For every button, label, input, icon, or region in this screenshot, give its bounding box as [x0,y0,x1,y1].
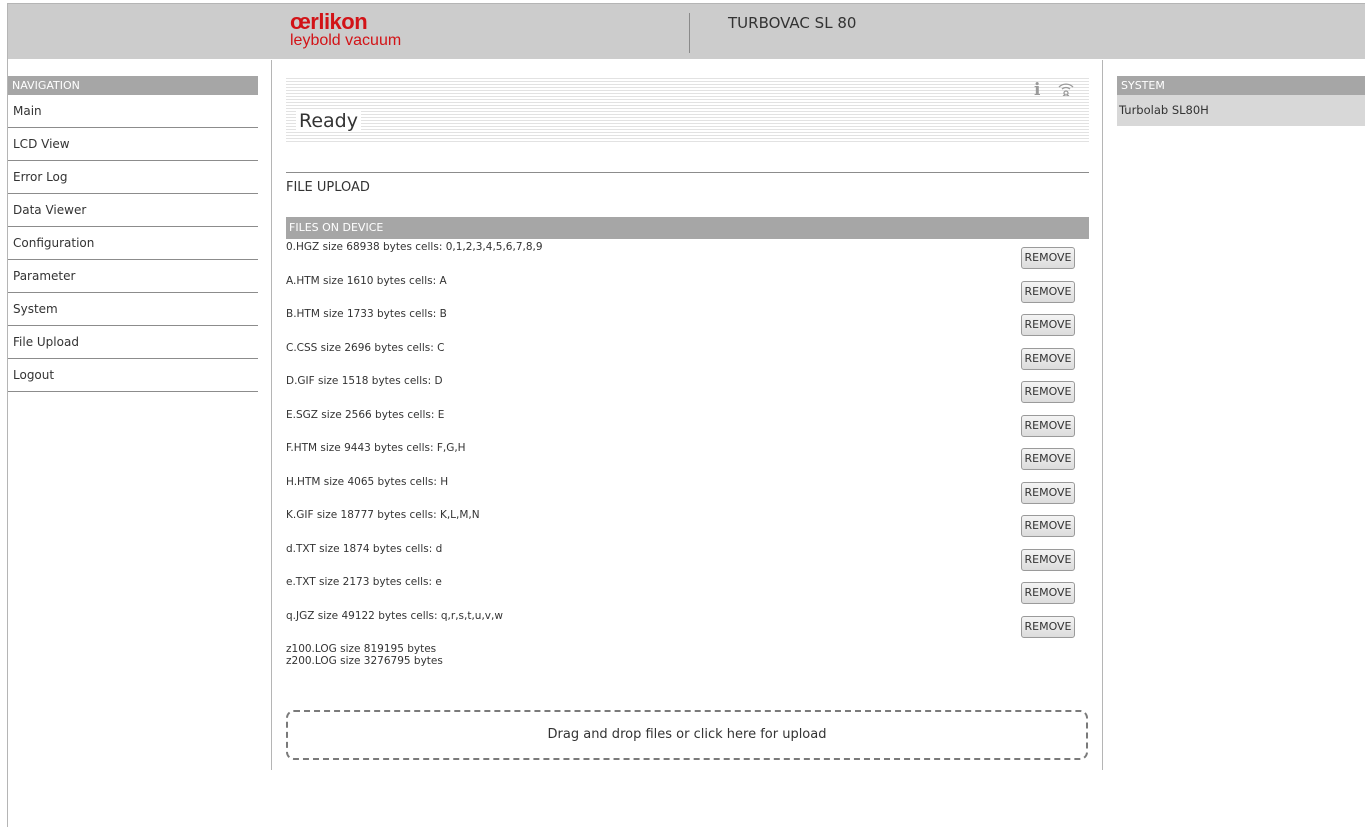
system-item: Turbolab SL80H [1117,95,1365,126]
file-entry-text: C.CSS size 2696 bytes cells: C [286,341,445,354]
status-box: i Ready [286,76,1089,144]
left-column-divider [271,60,272,770]
navigation-heading: NAVIGATION [8,76,258,95]
main-content: i Ready FILE UPLOAD FILES ON DEVICE 0.HG… [286,76,1089,667]
header-divider [689,13,690,53]
nav-item-main[interactable]: Main [8,95,258,128]
remove-button[interactable]: REMOVE [1021,314,1075,336]
nav-item-data-viewer[interactable]: Data Viewer [8,194,258,227]
file-entry-text: K.GIF size 18777 bytes cells: K,L,M,N [286,509,480,521]
remove-button[interactable]: REMOVE [1021,280,1075,303]
nav-item-logout[interactable]: Logout [8,359,258,392]
log-files-list: z100.LOG size 819195 bytes z200.LOG size… [286,641,1089,667]
file-entry-text: D.GIF size 1518 bytes cells: D [286,375,443,387]
remove-button[interactable]: REMOVE [1021,548,1075,571]
file-entry-text: e.TXT size 2173 bytes cells: e [286,576,442,588]
file-row: E.SGZ size 2566 bytes cells: E REMOVE [286,407,1089,441]
file-row: K.GIF size 18777 bytes cells: K,L,M,N RE… [286,507,1089,541]
right-column-divider [1102,60,1103,770]
file-row: e.TXT size 2173 bytes cells: e REMOVE [286,574,1089,608]
file-entry-text: H.HTM size 4065 bytes cells: H [286,475,449,488]
nav-item-file-upload[interactable]: File Upload [8,326,258,359]
nav-item-parameter[interactable]: Parameter [8,260,258,293]
navigation-panel: NAVIGATION Main LCD View Error Log Data … [8,76,258,392]
nav-item-configuration[interactable]: Configuration [8,227,258,260]
file-entry-text: F.HTM size 9443 bytes cells: F,G,H [286,442,466,454]
file-entry-text: q.JGZ size 49122 bytes cells: q,r,s,t,u,… [286,609,503,622]
nav-item-error-log[interactable]: Error Log [8,161,258,194]
oerlikon-logo: œrlikon leybold vacuum [290,9,402,50]
file-row: d.TXT size 1874 bytes cells: d REMOVE [286,541,1089,575]
logo-top-text: œrlikon [290,9,368,34]
file-entry-text: B.HTM size 1733 bytes cells: B [286,308,447,320]
system-heading: SYSTEM [1117,76,1365,95]
status-text: Ready [296,110,361,132]
remove-button[interactable]: REMOVE [1021,615,1075,638]
remove-button[interactable]: REMOVE [1021,381,1075,403]
upload-dropzone[interactable]: Drag and drop files or click here for up… [286,710,1088,760]
remove-button[interactable]: REMOVE [1021,414,1075,437]
remove-button[interactable]: REMOVE [1021,347,1075,370]
device-title: TURBOVAC SL 80 [728,14,857,32]
file-row: F.HTM size 9443 bytes cells: F,G,H REMOV… [286,440,1089,474]
info-icon[interactable]: i [1034,80,1040,100]
file-entry-text: E.SGZ size 2566 bytes cells: E [286,408,445,421]
remove-button[interactable]: REMOVE [1021,247,1075,269]
log-file-entry: z200.LOG size 3276795 bytes [286,655,443,667]
nav-item-system[interactable]: System [8,293,258,326]
file-row: D.GIF size 1518 bytes cells: D REMOVE [286,373,1089,407]
logo-bottom-text: leybold vacuum [290,32,402,49]
header-bar: œrlikon leybold vacuum TURBOVAC SL 80 [8,4,1365,59]
system-panel: SYSTEM Turbolab SL80H [1117,76,1365,126]
nav-item-lcd-view[interactable]: LCD View [8,128,258,161]
file-entry-text: 0.HGZ size 68938 bytes cells: 0,1,2,3,4,… [286,241,543,253]
section-separator [286,172,1089,173]
remove-button[interactable]: REMOVE [1021,448,1075,470]
file-row: 0.HGZ size 68938 bytes cells: 0,1,2,3,4,… [286,239,1089,273]
file-row: B.HTM size 1733 bytes cells: B REMOVE [286,306,1089,340]
wifi-signal-icon [1058,83,1074,96]
log-file-entry: z100.LOG size 819195 bytes [286,643,437,655]
file-row: C.CSS size 2696 bytes cells: C REMOVE [286,340,1089,374]
file-upload-title: FILE UPLOAD [286,180,370,195]
remove-button[interactable]: REMOVE [1021,481,1075,504]
file-row: A.HTM size 1610 bytes cells: A REMOVE [286,273,1089,307]
file-row: q.JGZ size 49122 bytes cells: q,r,s,t,u,… [286,608,1089,642]
files-on-device-heading: FILES ON DEVICE [286,217,1089,239]
file-entry-text: A.HTM size 1610 bytes cells: A [286,274,447,287]
remove-button[interactable]: REMOVE [1021,582,1075,604]
file-row: H.HTM size 4065 bytes cells: H REMOVE [286,474,1089,508]
file-entry-text: d.TXT size 1874 bytes cells: d [286,542,443,555]
remove-button[interactable]: REMOVE [1021,515,1075,537]
